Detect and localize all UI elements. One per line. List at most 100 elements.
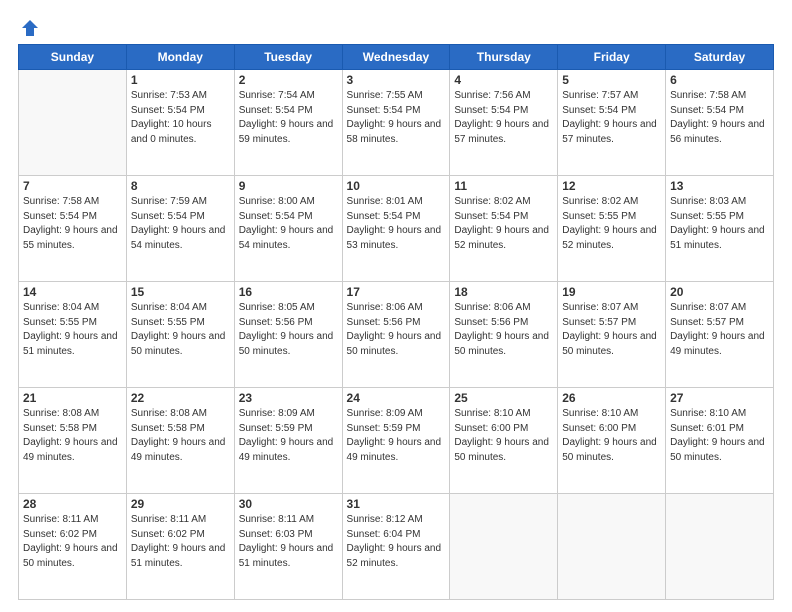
day-number: 14 — [23, 285, 122, 299]
day-header-monday: Monday — [126, 45, 234, 70]
calendar-header-row: SundayMondayTuesdayWednesdayThursdayFrid… — [19, 45, 774, 70]
day-detail: Sunrise: 8:11 AM Sunset: 6:02 PM Dayligh… — [131, 513, 230, 571]
day-detail: Sunrise: 8:09 AM Sunset: 5:59 PM Dayligh… — [347, 407, 446, 465]
day-detail: Sunrise: 7:58 AM Sunset: 5:54 PM Dayligh… — [670, 89, 769, 147]
day-number: 24 — [347, 391, 446, 405]
day-number: 12 — [562, 179, 661, 193]
calendar-cell: 29 Sunrise: 8:11 AM Sunset: 6:02 PM Dayl… — [126, 494, 234, 600]
day-detail: Sunrise: 7:58 AM Sunset: 5:54 PM Dayligh… — [23, 195, 122, 253]
day-detail: Sunrise: 8:04 AM Sunset: 5:55 PM Dayligh… — [131, 301, 230, 359]
day-number: 31 — [347, 497, 446, 511]
calendar-cell: 15 Sunrise: 8:04 AM Sunset: 5:55 PM Dayl… — [126, 282, 234, 388]
calendar-cell: 19 Sunrise: 8:07 AM Sunset: 5:57 PM Dayl… — [558, 282, 666, 388]
day-header-sunday: Sunday — [19, 45, 127, 70]
day-header-thursday: Thursday — [450, 45, 558, 70]
calendar-cell: 17 Sunrise: 8:06 AM Sunset: 5:56 PM Dayl… — [342, 282, 450, 388]
day-detail: Sunrise: 8:06 AM Sunset: 5:56 PM Dayligh… — [347, 301, 446, 359]
calendar-cell: 22 Sunrise: 8:08 AM Sunset: 5:58 PM Dayl… — [126, 388, 234, 494]
day-number: 17 — [347, 285, 446, 299]
day-detail: Sunrise: 7:54 AM Sunset: 5:54 PM Dayligh… — [239, 89, 338, 147]
day-number: 2 — [239, 73, 338, 87]
day-number: 30 — [239, 497, 338, 511]
day-detail: Sunrise: 8:05 AM Sunset: 5:56 PM Dayligh… — [239, 301, 338, 359]
calendar-cell: 6 Sunrise: 7:58 AM Sunset: 5:54 PM Dayli… — [666, 70, 774, 176]
calendar-cell: 8 Sunrise: 7:59 AM Sunset: 5:54 PM Dayli… — [126, 176, 234, 282]
day-detail: Sunrise: 8:09 AM Sunset: 5:59 PM Dayligh… — [239, 407, 338, 465]
day-number: 23 — [239, 391, 338, 405]
day-detail: Sunrise: 8:08 AM Sunset: 5:58 PM Dayligh… — [131, 407, 230, 465]
day-number: 11 — [454, 179, 553, 193]
week-row-4: 28 Sunrise: 8:11 AM Sunset: 6:02 PM Dayl… — [19, 494, 774, 600]
day-detail: Sunrise: 8:07 AM Sunset: 5:57 PM Dayligh… — [562, 301, 661, 359]
calendar-cell: 3 Sunrise: 7:55 AM Sunset: 5:54 PM Dayli… — [342, 70, 450, 176]
day-number: 3 — [347, 73, 446, 87]
calendar-cell: 14 Sunrise: 8:04 AM Sunset: 5:55 PM Dayl… — [19, 282, 127, 388]
calendar-cell: 21 Sunrise: 8:08 AM Sunset: 5:58 PM Dayl… — [19, 388, 127, 494]
day-detail: Sunrise: 8:08 AM Sunset: 5:58 PM Dayligh… — [23, 407, 122, 465]
day-number: 10 — [347, 179, 446, 193]
calendar-cell: 18 Sunrise: 8:06 AM Sunset: 5:56 PM Dayl… — [450, 282, 558, 388]
calendar-cell: 9 Sunrise: 8:00 AM Sunset: 5:54 PM Dayli… — [234, 176, 342, 282]
day-detail: Sunrise: 7:57 AM Sunset: 5:54 PM Dayligh… — [562, 89, 661, 147]
day-number: 7 — [23, 179, 122, 193]
day-header-saturday: Saturday — [666, 45, 774, 70]
day-number: 28 — [23, 497, 122, 511]
day-detail: Sunrise: 8:11 AM Sunset: 6:02 PM Dayligh… — [23, 513, 122, 571]
day-detail: Sunrise: 8:04 AM Sunset: 5:55 PM Dayligh… — [23, 301, 122, 359]
calendar-cell: 5 Sunrise: 7:57 AM Sunset: 5:54 PM Dayli… — [558, 70, 666, 176]
calendar-cell: 28 Sunrise: 8:11 AM Sunset: 6:02 PM Dayl… — [19, 494, 127, 600]
calendar-cell: 25 Sunrise: 8:10 AM Sunset: 6:00 PM Dayl… — [450, 388, 558, 494]
day-number: 26 — [562, 391, 661, 405]
calendar-cell — [19, 70, 127, 176]
day-detail: Sunrise: 8:10 AM Sunset: 6:01 PM Dayligh… — [670, 407, 769, 465]
calendar-cell: 16 Sunrise: 8:05 AM Sunset: 5:56 PM Dayl… — [234, 282, 342, 388]
calendar-cell: 7 Sunrise: 7:58 AM Sunset: 5:54 PM Dayli… — [19, 176, 127, 282]
calendar-cell — [450, 494, 558, 600]
calendar-cell: 12 Sunrise: 8:02 AM Sunset: 5:55 PM Dayl… — [558, 176, 666, 282]
day-number: 20 — [670, 285, 769, 299]
day-number: 9 — [239, 179, 338, 193]
day-header-friday: Friday — [558, 45, 666, 70]
calendar-cell: 30 Sunrise: 8:11 AM Sunset: 6:03 PM Dayl… — [234, 494, 342, 600]
header — [18, 18, 774, 34]
day-detail: Sunrise: 8:10 AM Sunset: 6:00 PM Dayligh… — [562, 407, 661, 465]
page: SundayMondayTuesdayWednesdayThursdayFrid… — [0, 0, 792, 612]
day-number: 18 — [454, 285, 553, 299]
day-number: 6 — [670, 73, 769, 87]
day-number: 15 — [131, 285, 230, 299]
calendar-cell — [558, 494, 666, 600]
calendar-cell: 2 Sunrise: 7:54 AM Sunset: 5:54 PM Dayli… — [234, 70, 342, 176]
day-detail: Sunrise: 8:02 AM Sunset: 5:55 PM Dayligh… — [562, 195, 661, 253]
day-number: 21 — [23, 391, 122, 405]
week-row-3: 21 Sunrise: 8:08 AM Sunset: 5:58 PM Dayl… — [19, 388, 774, 494]
day-number: 16 — [239, 285, 338, 299]
day-detail: Sunrise: 7:56 AM Sunset: 5:54 PM Dayligh… — [454, 89, 553, 147]
logo-icon — [20, 18, 40, 38]
day-number: 29 — [131, 497, 230, 511]
day-detail: Sunrise: 8:10 AM Sunset: 6:00 PM Dayligh… — [454, 407, 553, 465]
calendar-cell: 27 Sunrise: 8:10 AM Sunset: 6:01 PM Dayl… — [666, 388, 774, 494]
day-detail: Sunrise: 8:11 AM Sunset: 6:03 PM Dayligh… — [239, 513, 338, 571]
day-detail: Sunrise: 7:59 AM Sunset: 5:54 PM Dayligh… — [131, 195, 230, 253]
day-detail: Sunrise: 8:06 AM Sunset: 5:56 PM Dayligh… — [454, 301, 553, 359]
day-number: 5 — [562, 73, 661, 87]
day-number: 4 — [454, 73, 553, 87]
day-header-tuesday: Tuesday — [234, 45, 342, 70]
calendar-cell: 24 Sunrise: 8:09 AM Sunset: 5:59 PM Dayl… — [342, 388, 450, 494]
day-number: 1 — [131, 73, 230, 87]
logo — [18, 18, 42, 34]
calendar-cell: 31 Sunrise: 8:12 AM Sunset: 6:04 PM Dayl… — [342, 494, 450, 600]
calendar-cell: 26 Sunrise: 8:10 AM Sunset: 6:00 PM Dayl… — [558, 388, 666, 494]
day-number: 8 — [131, 179, 230, 193]
day-number: 22 — [131, 391, 230, 405]
calendar-cell — [666, 494, 774, 600]
day-number: 27 — [670, 391, 769, 405]
calendar-cell: 20 Sunrise: 8:07 AM Sunset: 5:57 PM Dayl… — [666, 282, 774, 388]
day-detail: Sunrise: 7:53 AM Sunset: 5:54 PM Dayligh… — [131, 89, 230, 147]
calendar-cell: 13 Sunrise: 8:03 AM Sunset: 5:55 PM Dayl… — [666, 176, 774, 282]
calendar: SundayMondayTuesdayWednesdayThursdayFrid… — [18, 44, 774, 600]
day-detail: Sunrise: 8:00 AM Sunset: 5:54 PM Dayligh… — [239, 195, 338, 253]
calendar-cell: 10 Sunrise: 8:01 AM Sunset: 5:54 PM Dayl… — [342, 176, 450, 282]
day-detail: Sunrise: 8:12 AM Sunset: 6:04 PM Dayligh… — [347, 513, 446, 571]
calendar-cell: 4 Sunrise: 7:56 AM Sunset: 5:54 PM Dayli… — [450, 70, 558, 176]
